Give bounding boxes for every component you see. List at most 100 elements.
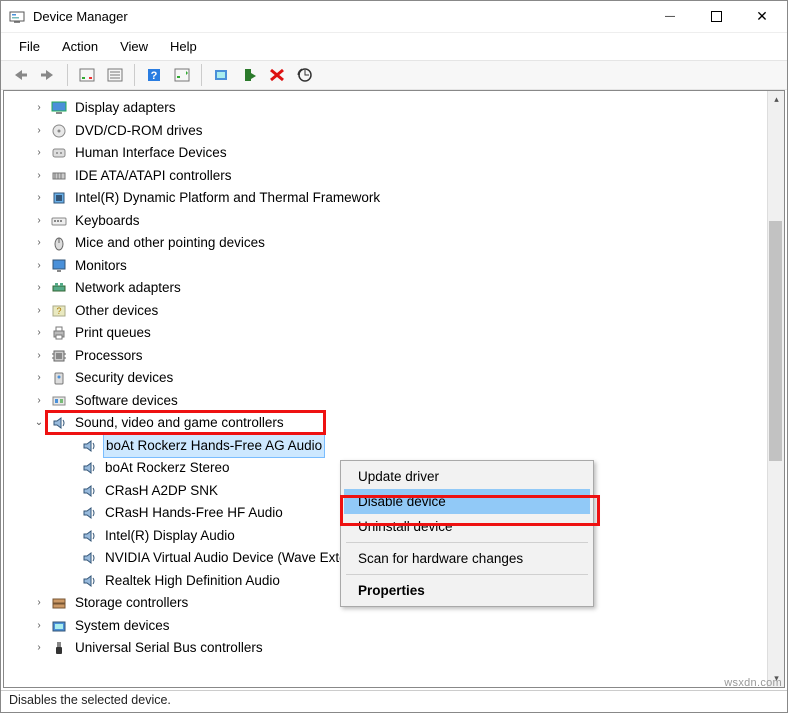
sound-icon [80,437,98,455]
chip-icon [50,189,68,207]
device-category[interactable]: › Universal Serial Bus controllers [4,637,784,660]
device-category[interactable]: › Processors [4,345,784,368]
device-category[interactable]: ›System devices [4,615,784,638]
chevron-right-icon[interactable]: › [32,187,46,210]
chevron-right-icon[interactable]: › [32,97,46,120]
scan-hardware-button[interactable] [292,63,318,87]
item-label: Security devices [74,367,174,390]
svg-text:?: ? [56,306,61,316]
chevron-right-icon[interactable]: › [32,277,46,300]
context-menu-item[interactable]: Properties [344,578,590,603]
device-category[interactable]: ›IDE ATA/ATAPI controllers [4,165,784,188]
maximize-button[interactable] [693,2,739,32]
sound-icon [80,459,98,477]
security-icon [50,369,68,387]
show-hidden-button[interactable] [74,63,100,87]
scroll-up-button[interactable]: ▴ [768,91,785,108]
ide-icon [50,167,68,185]
disc-icon [50,122,68,140]
context-menu-item[interactable]: Scan for hardware changes [344,546,590,571]
device-category[interactable]: ›? Other devices [4,300,784,323]
chevron-right-icon[interactable]: › [32,592,46,615]
item-label: CRasH Hands-Free HF Audio [104,502,284,525]
chevron-down-icon[interactable]: ⌄ [32,412,46,435]
chevron-right-icon[interactable]: › [32,300,46,323]
item-label: Print queues [74,322,152,345]
chevron-right-icon[interactable]: › [32,142,46,165]
menu-help[interactable]: Help [162,37,205,56]
forward-button[interactable] [35,63,61,87]
chevron-right-icon[interactable]: › [32,255,46,278]
device-category[interactable]: ›Display adapters [4,97,784,120]
device-category[interactable]: › Intel(R) Dynamic Platform and Thermal F… [4,187,784,210]
device-category[interactable]: › Mice and other pointing devices [4,232,784,255]
device-category[interactable]: › Human Interface Devices [4,142,784,165]
other-icon: ? [50,302,68,320]
device-item[interactable]: boAt Rockerz Hands-Free AG Audio [4,435,784,458]
device-category[interactable]: › Security devices [4,367,784,390]
chevron-right-icon[interactable]: › [32,322,46,345]
context-menu-item[interactable]: Uninstall device [344,514,590,539]
enable-device-button[interactable] [208,63,234,87]
context-menu-item[interactable]: Disable device [344,489,590,514]
vertical-scrollbar[interactable]: ▴ ▾ [767,91,784,687]
item-label: DVD/CD-ROM drives [74,120,204,143]
chevron-right-icon[interactable]: › [32,232,46,255]
chevron-right-icon[interactable]: › [32,615,46,638]
chevron-right-icon[interactable]: › [32,637,46,660]
sound-icon [80,527,98,545]
keyboard-icon [50,212,68,230]
mouse-icon [50,234,68,252]
context-menu-separator [346,574,588,575]
item-label: boAt Rockerz Hands-Free AG Audio [104,435,324,458]
menu-bar: File Action View Help [1,33,787,60]
help-button[interactable]: ? [141,63,167,87]
display-icon [50,99,68,117]
device-category[interactable]: ›Keyboards [4,210,784,233]
item-label: Other devices [74,300,159,323]
menu-file[interactable]: File [11,37,48,56]
minimize-button[interactable]: — [647,2,693,32]
update-driver-button[interactable] [169,63,195,87]
printer-icon [50,324,68,342]
context-menu-separator [346,542,588,543]
window-title: Device Manager [33,9,128,24]
item-label: Realtek High Definition Audio [104,570,281,593]
device-category[interactable]: ›Network adapters [4,277,784,300]
chevron-right-icon[interactable]: › [32,367,46,390]
chevron-right-icon[interactable]: › [32,120,46,143]
scroll-thumb[interactable] [769,221,782,461]
back-button[interactable] [7,63,33,87]
toolbar-separator [201,64,202,86]
uninstall-device-button[interactable] [264,63,290,87]
software-icon [50,392,68,410]
chevron-right-icon[interactable]: › [32,210,46,233]
item-label: Human Interface Devices [74,142,228,165]
device-category[interactable]: ›Monitors [4,255,784,278]
item-label: Universal Serial Bus controllers [74,637,264,660]
menu-action[interactable]: Action [54,37,106,56]
context-menu-item[interactable]: Update driver [344,464,590,489]
sound-icon [80,549,98,567]
close-button[interactable]: ✕ [739,2,785,32]
chevron-right-icon[interactable]: › [32,165,46,188]
context-menu: Update driverDisable deviceUninstall dev… [340,460,594,607]
properties-button[interactable] [102,63,128,87]
chevron-right-icon[interactable]: › [32,390,46,413]
device-category[interactable]: › DVD/CD-ROM drives [4,120,784,143]
chevron-right-icon[interactable]: › [32,345,46,368]
device-category[interactable]: › Print queues [4,322,784,345]
item-label: Intel(R) Display Audio [104,525,236,548]
title-bar[interactable]: Device Manager — ✕ [1,1,787,33]
item-label: Mice and other pointing devices [74,232,266,255]
device-category[interactable]: ⌄Sound, video and game controllers [4,412,784,435]
disable-device-button[interactable] [236,63,262,87]
menu-view[interactable]: View [112,37,156,56]
device-category[interactable]: ›Software devices [4,390,784,413]
item-label: Intel(R) Dynamic Platform and Thermal Fr… [74,187,381,210]
monitor-icon [50,257,68,275]
usb-icon [50,639,68,657]
item-label: Processors [74,345,144,368]
item-label: CRasH A2DP SNK [104,480,219,503]
network-icon [50,279,68,297]
